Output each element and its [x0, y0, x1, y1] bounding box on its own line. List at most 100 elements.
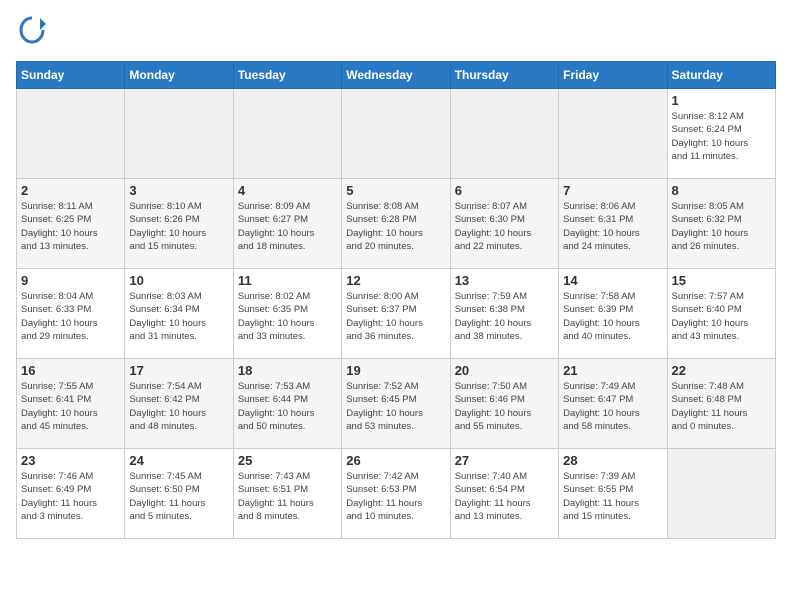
weekday-header-wednesday: Wednesday — [342, 62, 450, 89]
day-number: 25 — [238, 453, 337, 468]
day-info: Sunrise: 8:07 AM Sunset: 6:30 PM Dayligh… — [455, 200, 554, 253]
calendar-cell: 17 Sunrise: 7:54 AM Sunset: 6:42 PM Dayli… — [125, 359, 233, 449]
calendar-cell: 16 Sunrise: 7:55 AM Sunset: 6:41 PM Dayli… — [17, 359, 125, 449]
calendar-cell — [233, 89, 341, 179]
day-info: Sunrise: 7:42 AM Sunset: 6:53 PM Dayligh… — [346, 470, 445, 523]
day-number: 19 — [346, 363, 445, 378]
day-number: 11 — [238, 273, 337, 288]
day-info: Sunrise: 8:02 AM Sunset: 6:35 PM Dayligh… — [238, 290, 337, 343]
day-number: 18 — [238, 363, 337, 378]
calendar-cell — [450, 89, 558, 179]
day-number: 3 — [129, 183, 228, 198]
calendar-table: SundayMondayTuesdayWednesdayThursdayFrid… — [16, 61, 776, 539]
day-number: 15 — [672, 273, 771, 288]
day-number: 22 — [672, 363, 771, 378]
day-info: Sunrise: 7:57 AM Sunset: 6:40 PM Dayligh… — [672, 290, 771, 343]
day-info: Sunrise: 8:12 AM Sunset: 6:24 PM Dayligh… — [672, 110, 771, 163]
day-number: 12 — [346, 273, 445, 288]
calendar-cell: 13Sunrise: 7:59 AM Sunset: 6:38 PM Dayli… — [450, 269, 558, 359]
calendar-cell — [17, 89, 125, 179]
day-info: Sunrise: 7:54 AM Sunset: 6:42 PM Dayligh… — [129, 380, 228, 433]
calendar-cell: 12 Sunrise: 8:00 AM Sunset: 6:37 PM Dayli… — [342, 269, 450, 359]
day-number: 27 — [455, 453, 554, 468]
day-info: Sunrise: 8:06 AM Sunset: 6:31 PM Dayligh… — [563, 200, 662, 253]
calendar-cell: 21 Sunrise: 7:49 AM Sunset: 6:47 PM Dayli… — [559, 359, 667, 449]
logo-icon — [18, 16, 46, 44]
day-info: Sunrise: 8:04 AM Sunset: 6:33 PM Dayligh… — [21, 290, 120, 343]
day-info: Sunrise: 7:50 AM Sunset: 6:46 PM Dayligh… — [455, 380, 554, 433]
calendar-cell: 23 Sunrise: 7:46 AM Sunset: 6:49 PM Dayli… — [17, 449, 125, 539]
day-info: Sunrise: 7:58 AM Sunset: 6:39 PM Dayligh… — [563, 290, 662, 343]
day-number: 26 — [346, 453, 445, 468]
weekday-header-tuesday: Tuesday — [233, 62, 341, 89]
calendar-cell: 2 Sunrise: 8:11 AM Sunset: 6:25 PM Daylig… — [17, 179, 125, 269]
day-number: 20 — [455, 363, 554, 378]
calendar-cell: 18 Sunrise: 7:53 AM Sunset: 6:44 PM Dayli… — [233, 359, 341, 449]
day-number: 1 — [672, 93, 771, 108]
day-number: 23 — [21, 453, 120, 468]
day-info: Sunrise: 7:52 AM Sunset: 6:45 PM Dayligh… — [346, 380, 445, 433]
weekday-header-friday: Friday — [559, 62, 667, 89]
calendar-cell: 15 Sunrise: 7:57 AM Sunset: 6:40 PM Dayli… — [667, 269, 775, 359]
day-number: 4 — [238, 183, 337, 198]
day-info: Sunrise: 7:39 AM Sunset: 6:55 PM Dayligh… — [563, 470, 662, 523]
weekday-header-thursday: Thursday — [450, 62, 558, 89]
day-info: Sunrise: 8:05 AM Sunset: 6:32 PM Dayligh… — [672, 200, 771, 253]
day-info: Sunrise: 7:59 AM Sunset: 6:38 PM Dayligh… — [455, 290, 554, 343]
calendar-cell — [342, 89, 450, 179]
weekday-header-saturday: Saturday — [667, 62, 775, 89]
day-number: 17 — [129, 363, 228, 378]
day-info: Sunrise: 7:48 AM Sunset: 6:48 PM Dayligh… — [672, 380, 771, 433]
weekday-header-sunday: Sunday — [17, 62, 125, 89]
day-info: Sunrise: 8:09 AM Sunset: 6:27 PM Dayligh… — [238, 200, 337, 253]
day-info: Sunrise: 7:55 AM Sunset: 6:41 PM Dayligh… — [21, 380, 120, 433]
day-number: 8 — [672, 183, 771, 198]
day-number: 9 — [21, 273, 120, 288]
calendar-cell: 24 Sunrise: 7:45 AM Sunset: 6:50 PM Dayli… — [125, 449, 233, 539]
calendar-cell — [125, 89, 233, 179]
page-header — [16, 16, 776, 49]
day-info: Sunrise: 7:46 AM Sunset: 6:49 PM Dayligh… — [21, 470, 120, 523]
logo — [16, 16, 46, 49]
calendar-cell — [667, 449, 775, 539]
day-info: Sunrise: 8:03 AM Sunset: 6:34 PM Dayligh… — [129, 290, 228, 343]
day-number: 10 — [129, 273, 228, 288]
day-info: Sunrise: 7:49 AM Sunset: 6:47 PM Dayligh… — [563, 380, 662, 433]
day-info: Sunrise: 7:53 AM Sunset: 6:44 PM Dayligh… — [238, 380, 337, 433]
calendar-cell: 14 Sunrise: 7:58 AM Sunset: 6:39 PM Dayli… — [559, 269, 667, 359]
calendar-cell: 1 Sunrise: 8:12 AM Sunset: 6:24 PM Daylig… — [667, 89, 775, 179]
calendar-cell — [559, 89, 667, 179]
calendar-cell: 22 Sunrise: 7:48 AM Sunset: 6:48 PM Dayli… — [667, 359, 775, 449]
calendar-cell: 11 Sunrise: 8:02 AM Sunset: 6:35 PM Dayli… — [233, 269, 341, 359]
day-number: 2 — [21, 183, 120, 198]
calendar-cell: 5Sunrise: 8:08 AM Sunset: 6:28 PM Daylig… — [342, 179, 450, 269]
calendar-cell: 26 Sunrise: 7:42 AM Sunset: 6:53 PM Dayli… — [342, 449, 450, 539]
day-number: 24 — [129, 453, 228, 468]
day-info: Sunrise: 8:08 AM Sunset: 6:28 PM Dayligh… — [346, 200, 445, 253]
weekday-header-monday: Monday — [125, 62, 233, 89]
calendar-cell: 10 Sunrise: 8:03 AM Sunset: 6:34 PM Dayli… — [125, 269, 233, 359]
calendar-cell: 4 Sunrise: 8:09 AM Sunset: 6:27 PM Daylig… — [233, 179, 341, 269]
calendar-cell: 27 Sunrise: 7:40 AM Sunset: 6:54 PM Dayli… — [450, 449, 558, 539]
calendar-cell: 28 Sunrise: 7:39 AM Sunset: 6:55 PM Dayli… — [559, 449, 667, 539]
calendar-cell: 19 Sunrise: 7:52 AM Sunset: 6:45 PM Dayli… — [342, 359, 450, 449]
day-info: Sunrise: 8:00 AM Sunset: 6:37 PM Dayligh… — [346, 290, 445, 343]
day-number: 16 — [21, 363, 120, 378]
day-info: Sunrise: 7:45 AM Sunset: 6:50 PM Dayligh… — [129, 470, 228, 523]
day-number: 14 — [563, 273, 662, 288]
logo-text — [16, 16, 46, 49]
day-info: Sunrise: 7:43 AM Sunset: 6:51 PM Dayligh… — [238, 470, 337, 523]
day-info: Sunrise: 8:11 AM Sunset: 6:25 PM Dayligh… — [21, 200, 120, 253]
day-number: 7 — [563, 183, 662, 198]
day-number: 21 — [563, 363, 662, 378]
calendar-cell: 3Sunrise: 8:10 AM Sunset: 6:26 PM Daylig… — [125, 179, 233, 269]
calendar-cell: 20 Sunrise: 7:50 AM Sunset: 6:46 PM Dayli… — [450, 359, 558, 449]
calendar-cell: 7 Sunrise: 8:06 AM Sunset: 6:31 PM Daylig… — [559, 179, 667, 269]
calendar-cell: 9 Sunrise: 8:04 AM Sunset: 6:33 PM Daylig… — [17, 269, 125, 359]
day-info: Sunrise: 7:40 AM Sunset: 6:54 PM Dayligh… — [455, 470, 554, 523]
calendar-cell: 8 Sunrise: 8:05 AM Sunset: 6:32 PM Daylig… — [667, 179, 775, 269]
day-number: 28 — [563, 453, 662, 468]
day-number: 6 — [455, 183, 554, 198]
calendar-cell: 6 Sunrise: 8:07 AM Sunset: 6:30 PM Daylig… — [450, 179, 558, 269]
calendar-cell: 25 Sunrise: 7:43 AM Sunset: 6:51 PM Dayli… — [233, 449, 341, 539]
